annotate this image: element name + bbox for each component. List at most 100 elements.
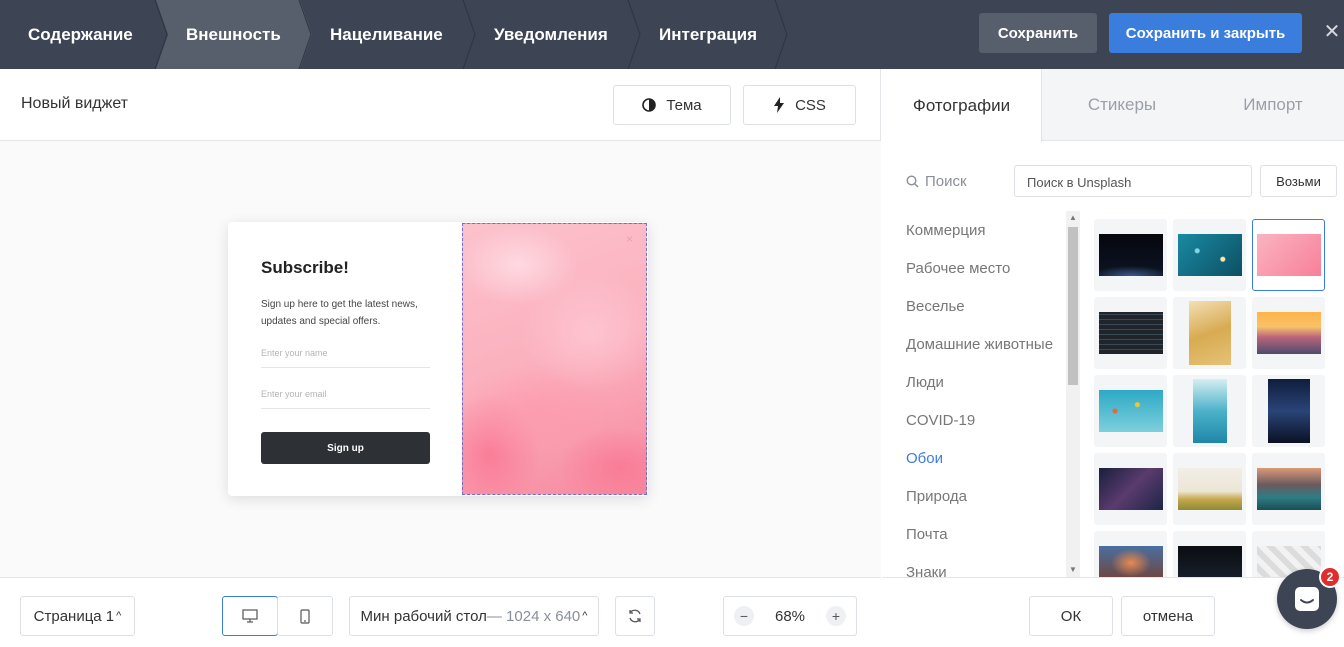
chat-icon — [1295, 587, 1319, 611]
rotate-button[interactable] — [615, 596, 655, 636]
photo-lake-mountains — [1256, 468, 1321, 510]
photo-sunset-mountains — [1256, 312, 1321, 354]
widget-name[interactable]: Новый виджет — [21, 95, 128, 113]
photo-dark-landscape — [1177, 546, 1242, 577]
photo-thumbnail[interactable] — [1173, 375, 1246, 447]
scroll-down-icon[interactable]: ▼ — [1069, 565, 1077, 574]
step-appearance[interactable]: Внешность — [156, 0, 312, 69]
step-integration[interactable]: Интеграция — [629, 0, 787, 69]
popup-preview[interactable]: Subscribe! Sign up here to get the lates… — [228, 222, 648, 496]
editor-header: Новый виджет Тема CSS — [0, 69, 881, 141]
panel-footer: ОК отмена — [882, 577, 1344, 647]
tab-photos[interactable]: Фотографии — [882, 69, 1042, 142]
step-label: Внешность — [186, 24, 281, 44]
photo-grid — [1092, 219, 1344, 577]
popup-title[interactable]: Subscribe! — [261, 258, 349, 278]
zoom-value: 68% — [774, 607, 806, 625]
photo-earth-night — [1098, 234, 1163, 276]
popup-image[interactable] — [462, 223, 647, 495]
category-item[interactable]: Веселье — [906, 295, 1066, 333]
category-item[interactable]: Коммерция — [906, 219, 1066, 257]
device-size-select[interactable]: Мин рабочий стол — 1024 x 640 ^ — [349, 596, 599, 636]
media-panel: Фотографии Стикеры Импорт Поиск Поиск в … — [882, 69, 1344, 647]
preview-canvas: Subscribe! Sign up here to get the lates… — [0, 141, 881, 577]
photo-thumbnail[interactable] — [1173, 531, 1246, 577]
photo-thumbnail[interactable] — [1094, 531, 1167, 577]
photo-thumbnail[interactable] — [1094, 297, 1167, 369]
step-divider — [298, 0, 312, 69]
popup-form: Subscribe! Sign up here to get the lates… — [228, 222, 462, 496]
mobile-view-button[interactable] — [277, 596, 333, 636]
photo-ocean-fog — [1192, 379, 1227, 443]
photo-thumbnail[interactable] — [1173, 219, 1246, 291]
lightning-icon — [774, 97, 785, 113]
device-size: — 1024 x 640 — [486, 607, 581, 625]
close-icon[interactable]: ✕ — [1320, 20, 1344, 44]
step-content[interactable]: Содержание — [0, 0, 168, 69]
unsplash-search-input[interactable]: Поиск в Unsplash — [1014, 165, 1252, 197]
cancel-button[interactable]: отмена — [1121, 596, 1215, 636]
top-bar: Содержание Внешность Нацеливание Уведомл… — [0, 0, 1344, 69]
photo-thumbnail[interactable] — [1094, 219, 1167, 291]
desktop-view-button[interactable] — [222, 596, 278, 636]
page-select[interactable]: Страница 1 ^ — [20, 596, 135, 636]
email-field[interactable]: Enter your email — [261, 389, 430, 409]
category-item[interactable]: Домашние животные — [906, 333, 1066, 371]
category-scrollbar[interactable]: ▲ ▼ — [1066, 211, 1080, 577]
tab-import[interactable]: Импорт — [1202, 69, 1344, 141]
photo-milky-way — [1267, 379, 1310, 443]
notification-badge: 2 — [1319, 566, 1341, 588]
photo-thumbnail[interactable] — [1094, 453, 1167, 525]
category-item[interactable]: Люди — [906, 371, 1066, 409]
tab-stickers[interactable]: Стикеры — [1042, 69, 1202, 141]
popup-close-icon[interactable]: × — [626, 232, 633, 246]
editor-footer: Страница 1 ^ Мин рабочий стол — 1024 x 6… — [0, 577, 881, 647]
popup-text[interactable]: Sign up here to get the latest news, upd… — [261, 296, 441, 330]
photo-thumbnail-selected[interactable] — [1252, 219, 1325, 291]
category-item[interactable]: Почта — [906, 523, 1066, 561]
save-and-close-button[interactable]: Сохранить и закрыть — [1109, 13, 1302, 53]
category-item[interactable]: COVID-19 — [906, 409, 1066, 447]
caret-up-icon: ^ — [116, 610, 122, 622]
zoom-control: − 68% + — [723, 596, 857, 636]
css-label: CSS — [795, 96, 826, 114]
search-submit-button[interactable]: Возьми — [1260, 165, 1337, 197]
photo-thumbnail[interactable] — [1094, 375, 1167, 447]
photo-thumbnail[interactable] — [1173, 453, 1246, 525]
photo-golden-texture — [1188, 301, 1231, 365]
photo-flower-field — [1177, 468, 1242, 510]
photo-code-screen — [1098, 312, 1163, 354]
theme-button[interactable]: Тема — [613, 85, 731, 125]
ok-button[interactable]: ОК — [1029, 596, 1113, 636]
save-button[interactable]: Сохранить — [979, 13, 1097, 53]
search-label: Поиск — [906, 173, 967, 190]
sign-up-button[interactable]: Sign up — [261, 432, 430, 464]
step-label: Уведомления — [494, 24, 608, 44]
photo-thumbnail[interactable] — [1173, 297, 1246, 369]
step-targeting[interactable]: Нацеливание — [300, 0, 476, 69]
category-item-active[interactable]: Обои — [906, 447, 1066, 485]
photo-teal-sparkles — [1177, 234, 1242, 276]
step-label: Содержание — [28, 24, 133, 44]
scrollbar-thumb[interactable] — [1068, 227, 1078, 385]
category-item[interactable]: Знаки — [906, 561, 1066, 577]
page-label: Страница 1 — [33, 607, 115, 625]
zoom-out-button[interactable]: − — [734, 606, 754, 626]
caret-up-icon: ^ — [582, 610, 588, 622]
step-label: Нацеливание — [330, 24, 443, 44]
step-label: Интеграция — [659, 24, 758, 44]
photo-night-sky — [1098, 468, 1163, 510]
zoom-in-button[interactable]: + — [826, 606, 846, 626]
photo-thumbnail[interactable] — [1252, 453, 1325, 525]
photo-thumbnail[interactable] — [1252, 375, 1325, 447]
photo-thumbnail[interactable] — [1252, 297, 1325, 369]
scroll-up-icon[interactable]: ▲ — [1069, 213, 1077, 222]
step-notifications[interactable]: Уведомления — [464, 0, 641, 69]
category-item[interactable]: Природа — [906, 485, 1066, 523]
name-field[interactable]: Enter your name — [261, 348, 430, 368]
css-button[interactable]: CSS — [743, 85, 856, 125]
category-item[interactable]: Рабочее место — [906, 257, 1066, 295]
step-divider — [627, 0, 641, 69]
step-divider — [774, 0, 788, 69]
rotate-icon — [629, 609, 641, 623]
